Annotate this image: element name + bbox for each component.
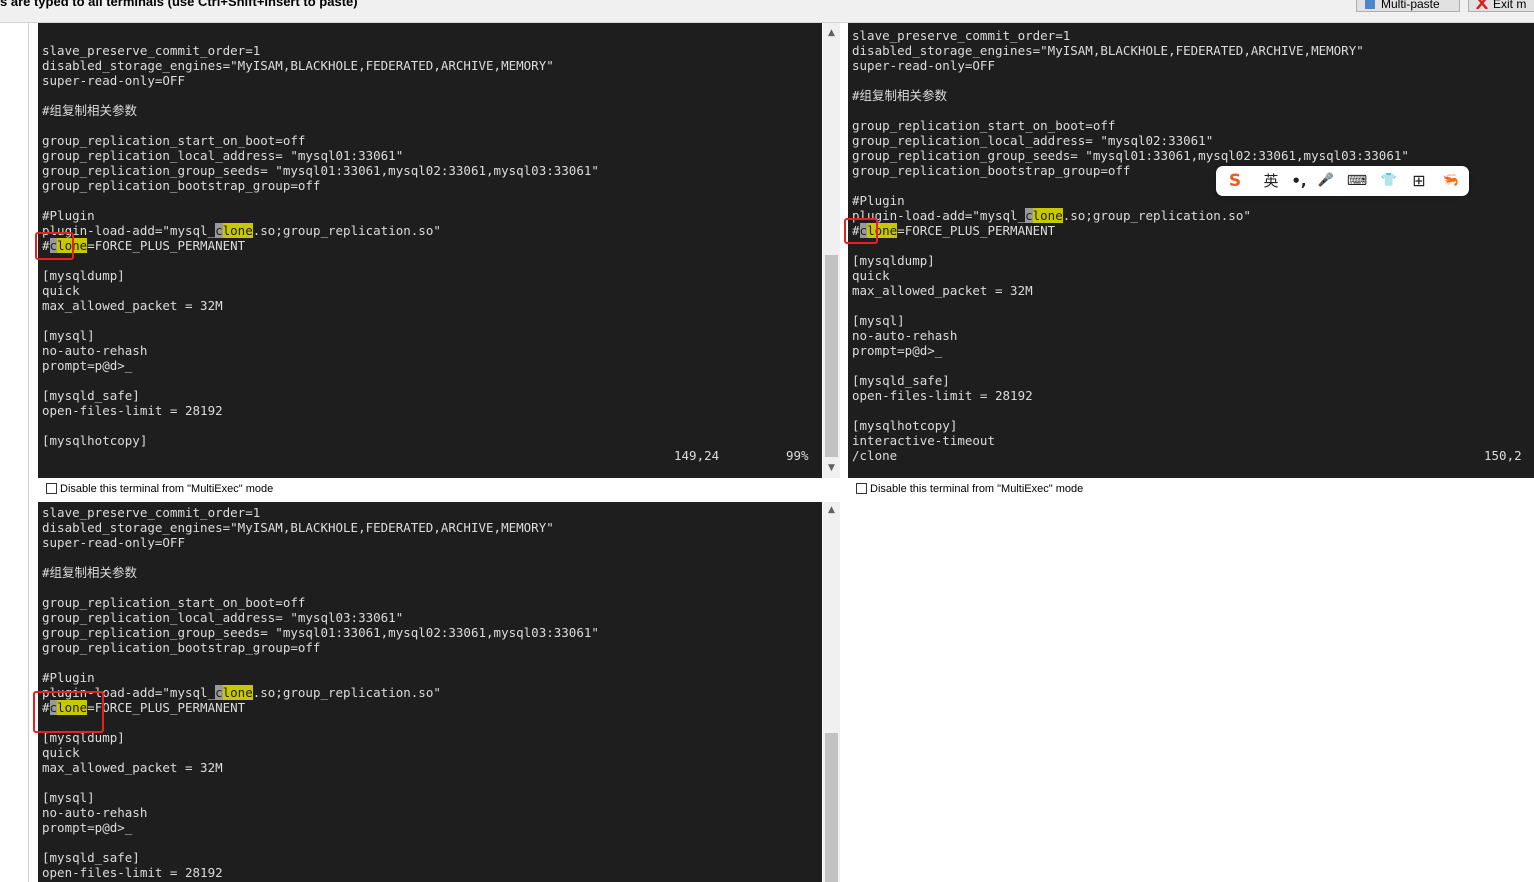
- multi-paste-label: Multi-paste: [1381, 0, 1440, 11]
- terminal-1-scroll-thumb[interactable]: [825, 255, 838, 457]
- checkbox-label: Disable this terminal from "MultiExec" m…: [60, 483, 274, 495]
- terminal-3-scrollbar[interactable]: ▲: [823, 502, 840, 882]
- checkbox-label: Disable this terminal from "MultiExec" m…: [870, 483, 1084, 495]
- terminal-1-scroll-percent: 99%: [786, 448, 809, 463]
- close-icon: [1476, 0, 1488, 9]
- microphone-icon[interactable]: 🎤: [1315, 171, 1337, 191]
- terminal-1[interactable]: slave_preserve_commit_order=1 disabled_s…: [38, 23, 822, 478]
- multiexec-toolbar: s are typed to all terminals (use Ctrl+S…: [0, 0, 1534, 23]
- sogou-logo-icon[interactable]: S: [1224, 171, 1246, 191]
- terminal-3-scroll-thumb[interactable]: [825, 733, 838, 882]
- punctuation-icon[interactable]: •,: [1288, 171, 1310, 191]
- multi-paste-button[interactable]: Multi-paste: [1356, 0, 1460, 12]
- scroll-up-arrow-icon[interactable]: ▲: [823, 25, 840, 42]
- terminal-1-cursor-position: 149,24: [674, 448, 720, 463]
- keyboard-icon[interactable]: ⌨: [1346, 171, 1368, 191]
- exit-multiexec-button[interactable]: Exit m: [1468, 0, 1534, 12]
- mascot-icon[interactable]: 🦐: [1440, 171, 1462, 191]
- terminal-2-multiexec-checkbox[interactable]: Disable this terminal from "MultiExec" m…: [856, 483, 1083, 495]
- terminal-1-multiexec-checkbox[interactable]: Disable this terminal from "MultiExec" m…: [46, 483, 273, 495]
- terminal-2-text: slave_preserve_commit_order=1 disabled_s…: [852, 28, 1409, 463]
- scroll-up-arrow-icon[interactable]: ▲: [823, 502, 840, 519]
- terminal-3-text: slave_preserve_commit_order=1 disabled_s…: [42, 505, 599, 880]
- checkbox-icon[interactable]: [856, 483, 867, 494]
- skin-icon[interactable]: 👕: [1378, 171, 1400, 191]
- terminal-2[interactable]: slave_preserve_commit_order=1 disabled_s…: [848, 23, 1534, 478]
- scroll-down-arrow-icon[interactable]: ▼: [823, 460, 840, 477]
- annotation-box-terminal-2: [844, 218, 878, 244]
- english-mode-icon[interactable]: 英: [1260, 171, 1282, 191]
- checkbox-icon[interactable]: [46, 483, 57, 494]
- clipboard-icon: [1365, 0, 1375, 9]
- terminal-1-text: slave_preserve_commit_order=1 disabled_s…: [42, 43, 599, 448]
- ime-toolbar[interactable]: S 英 •, 🎤 ⌨ 👕 ⊞ 🦐: [1216, 166, 1469, 196]
- exit-label: Exit m: [1493, 0, 1527, 11]
- toolbar-hint: s are typed to all terminals (use Ctrl+S…: [0, 0, 358, 9]
- terminal-2-cursor-position: 150,2: [1484, 448, 1522, 463]
- left-sidebar-strip: [0, 23, 29, 882]
- terminal-1-scrollbar[interactable]: ▲ ▼: [823, 23, 840, 478]
- toolbox-grid-icon[interactable]: ⊞: [1408, 171, 1430, 191]
- annotation-box-terminal-3: [33, 691, 104, 733]
- annotation-box-terminal-1: [35, 232, 74, 260]
- terminal-3[interactable]: slave_preserve_commit_order=1 disabled_s…: [38, 502, 822, 882]
